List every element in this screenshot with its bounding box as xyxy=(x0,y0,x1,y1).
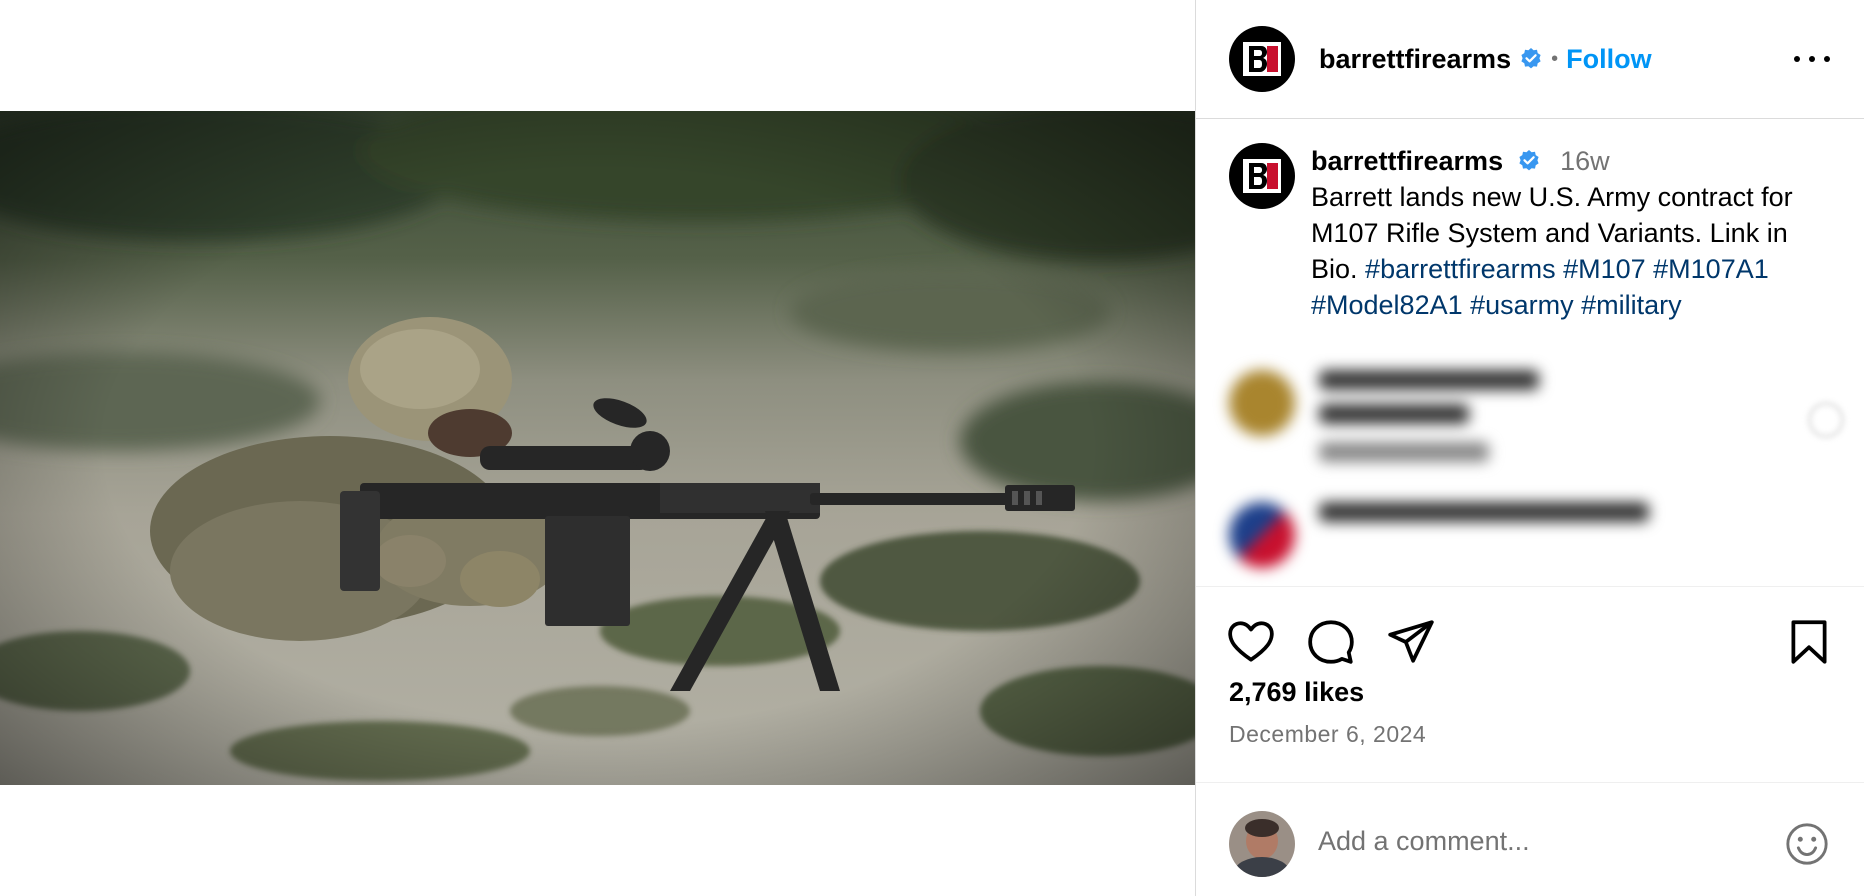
header-username[interactable]: barrettfirearms xyxy=(1319,44,1511,75)
comment-input[interactable] xyxy=(1318,819,1738,863)
caption-line-2: M107 Rifle System and Variants. Link in xyxy=(1311,218,1788,248)
post-side-panel: barrettfirearms • Follow barrettfirearms xyxy=(1196,0,1864,896)
hashtag-links-2[interactable]: #Model82A1 #usarmy #military xyxy=(1311,287,1793,323)
likes-count[interactable]: 2,769 likes xyxy=(1229,677,1364,708)
paper-plane-icon[interactable] xyxy=(1386,617,1436,667)
heart-icon[interactable] xyxy=(1226,617,1276,667)
caption-line-3-text: Bio. xyxy=(1311,254,1358,284)
verified-badge-icon xyxy=(1519,47,1543,71)
caption-text: barrettfirearms 16w Barrett lands new U.… xyxy=(1311,143,1793,323)
follow-button[interactable]: Follow xyxy=(1566,44,1651,75)
viewer-avatar xyxy=(1229,811,1295,877)
verified-badge-icon xyxy=(1517,149,1541,173)
caption-line-1: Barrett lands new U.S. Army contract for xyxy=(1311,182,1793,212)
comments-list xyxy=(1196,350,1864,586)
smiley-icon[interactable] xyxy=(1784,821,1830,867)
comment-bar xyxy=(1196,782,1864,896)
actions-bar xyxy=(1196,586,1864,686)
blurred-comment xyxy=(1229,502,1649,568)
post-image[interactable] xyxy=(0,111,1195,785)
more-options-icon[interactable] xyxy=(1794,44,1830,74)
bookmark-icon[interactable] xyxy=(1784,617,1834,667)
header-separator: • xyxy=(1551,47,1559,70)
hashtag-links-1[interactable]: #barrettfirearms #M107 #M107A1 xyxy=(1365,254,1769,284)
post-date: December 6, 2024 xyxy=(1229,721,1427,747)
blurred-comment xyxy=(1229,370,1539,476)
comment-bubble-icon[interactable] xyxy=(1306,617,1356,667)
caption-block: barrettfirearms 16w Barrett lands new U.… xyxy=(1229,143,1839,323)
profile-avatar[interactable] xyxy=(1229,26,1295,92)
barrett-logo-icon xyxy=(1243,159,1281,193)
blurred-avatar xyxy=(1229,370,1295,436)
media-pane xyxy=(0,0,1195,896)
blurred-avatar xyxy=(1229,502,1295,568)
soldier-sniper-photo xyxy=(0,111,1195,785)
caption-line-3: Bio. #barrettfirearms #M107 #M107A1 xyxy=(1311,251,1793,287)
post-time-ago[interactable]: 16w xyxy=(1560,146,1610,176)
caption-username[interactable]: barrettfirearms xyxy=(1311,146,1503,176)
barrett-logo-icon xyxy=(1243,42,1281,76)
caption-avatar[interactable] xyxy=(1229,143,1295,209)
post-header: barrettfirearms • Follow xyxy=(1196,0,1864,119)
comment-like-icon[interactable] xyxy=(1808,402,1844,438)
